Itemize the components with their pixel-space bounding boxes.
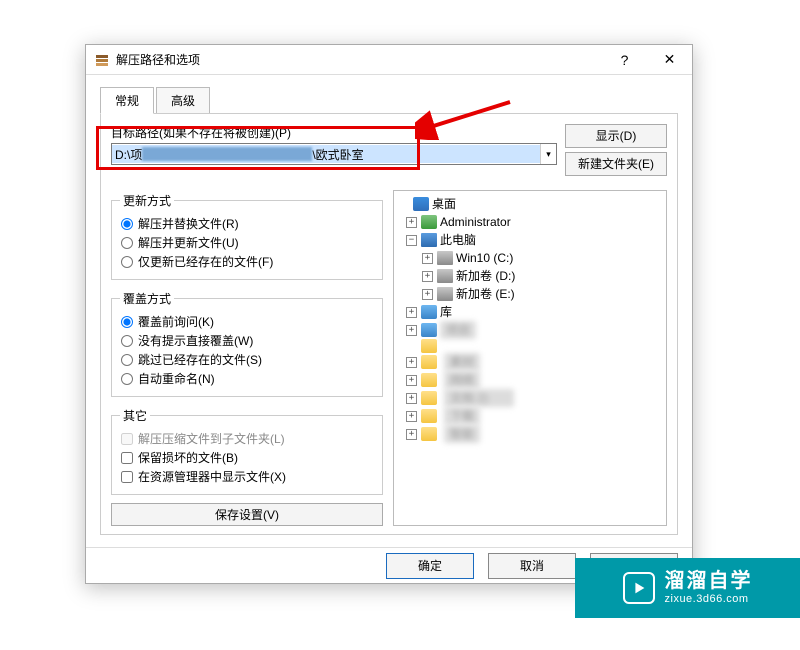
display-button[interactable]: 显示(D) — [565, 124, 667, 148]
misc-group: 其它 解压压缩文件到子文件夹(L) 保留损坏的文件(B) 在资源管理器中显示文件… — [111, 407, 383, 495]
overwrite-rename-option[interactable]: 自动重命名(N) — [120, 370, 374, 387]
tree-admin[interactable]: +Administrator — [398, 213, 662, 231]
destination-path-combobox[interactable]: D:\项\欧式卧室 ▾ — [111, 143, 557, 165]
expander-icon[interactable]: + — [406, 357, 417, 368]
destination-path-label: 目标路径(如果不存在将被创建)(P) — [111, 124, 557, 141]
pc-icon — [421, 233, 437, 247]
update-existing-radio[interactable] — [121, 256, 133, 268]
desktop-icon — [413, 197, 429, 211]
folder-icon — [421, 427, 437, 441]
tree-library[interactable]: +库 — [398, 303, 662, 321]
expander-icon[interactable]: + — [422, 289, 433, 300]
folder-tree[interactable]: 桌面 +Administrator −此电脑 +Win10 (C:) +新加卷 … — [393, 190, 667, 526]
general-panel: 目标路径(如果不存在将被创建)(P) D:\项\欧式卧室 ▾ 显示(D) 新建文… — [100, 113, 678, 535]
overwrite-mode-group: 覆盖方式 覆盖前询问(K) 没有提示直接覆盖(W) 跳过已经存在的文件(S) 自… — [111, 290, 383, 397]
overwrite-noask-radio[interactable] — [121, 335, 133, 347]
update-mode-legend: 更新方式 — [120, 192, 174, 209]
overwrite-noask-option[interactable]: 没有提示直接覆盖(W) — [120, 332, 374, 349]
watermark-brand: 溜溜自学 zixue.3d66.com — [575, 558, 800, 618]
tab-general[interactable]: 常规 — [100, 87, 154, 114]
user-icon — [421, 215, 437, 229]
tree-drive-e[interactable]: +新加卷 (E:) — [398, 285, 662, 303]
titlebar: 解压路径和选项 ? ✕ — [86, 45, 692, 75]
overwrite-skip-radio[interactable] — [121, 354, 133, 366]
destination-path-group: 目标路径(如果不存在将被创建)(P) D:\项\欧式卧室 ▾ — [111, 124, 557, 180]
update-update-option[interactable]: 解压并更新文件(U) — [120, 234, 374, 251]
drive-icon — [437, 269, 453, 283]
save-settings-button[interactable]: 保存设置(V) — [111, 503, 383, 526]
overwrite-mode-legend: 覆盖方式 — [120, 290, 174, 307]
misc-keep-broken-checkbox[interactable] — [121, 452, 133, 464]
tree-item-blur[interactable]: +下载 — [398, 407, 662, 425]
expander-icon[interactable]: + — [406, 411, 417, 422]
expander-icon[interactable]: + — [406, 375, 417, 386]
extract-options-dialog: 解压路径和选项 ? ✕ 常规 高级 目标路径(如果不存在将被创建)(P) D:\… — [85, 44, 693, 584]
tree-drive-d[interactable]: +新加卷 (D:) — [398, 267, 662, 285]
misc-subfolder-option: 解压压缩文件到子文件夹(L) — [120, 430, 374, 447]
expander-icon[interactable]: − — [406, 235, 417, 246]
drive-icon — [437, 287, 453, 301]
destination-path-display[interactable]: D:\项\欧式卧室 — [112, 145, 540, 163]
tree-drive-c[interactable]: +Win10 (C:) — [398, 249, 662, 267]
window-title: 解压路径和选项 — [116, 51, 602, 68]
tree-desktop[interactable]: 桌面 — [398, 195, 662, 213]
tree-item-blur[interactable] — [398, 339, 662, 353]
folder-icon — [421, 339, 437, 353]
close-button[interactable]: ✕ — [647, 45, 692, 75]
tree-item-blur[interactable]: +智能 — [398, 425, 662, 443]
ok-button[interactable]: 确定 — [386, 553, 474, 579]
update-existing-option[interactable]: 仅更新已经存在的文件(F) — [120, 253, 374, 270]
tree-this-pc[interactable]: −此电脑 — [398, 231, 662, 249]
update-update-radio[interactable] — [121, 237, 133, 249]
library-icon — [421, 305, 437, 319]
expander-icon[interactable]: + — [406, 325, 417, 336]
misc-subfolder-checkbox — [121, 433, 133, 445]
tree-item-blur[interactable]: +网络 — [398, 371, 662, 389]
brand-name: 溜溜自学 — [665, 570, 753, 593]
overwrite-ask-option[interactable]: 覆盖前询问(K) — [120, 313, 374, 330]
update-mode-group: 更新方式 解压并替换文件(R) 解压并更新文件(U) 仅更新已经存在的文件(F) — [111, 192, 383, 280]
drive-icon — [437, 251, 453, 265]
new-folder-button[interactable]: 新建文件夹(E) — [565, 152, 667, 176]
brand-site: zixue.3d66.com — [665, 593, 753, 606]
cancel-button[interactable]: 取消 — [488, 553, 576, 579]
expander-icon[interactable]: + — [406, 217, 417, 228]
expander-icon[interactable]: + — [406, 429, 417, 440]
expander-icon[interactable]: + — [406, 393, 417, 404]
network-icon — [421, 323, 437, 337]
expander-icon[interactable]: + — [422, 271, 433, 282]
folder-icon — [421, 355, 437, 369]
app-icon — [94, 52, 110, 68]
overwrite-rename-radio[interactable] — [121, 373, 133, 385]
tree-item-blur[interactable]: +项目 — [398, 321, 662, 339]
folder-icon — [421, 409, 437, 423]
overwrite-ask-radio[interactable] — [121, 316, 133, 328]
misc-show-explorer-checkbox[interactable] — [121, 471, 133, 483]
chevron-down-icon[interactable]: ▾ — [540, 144, 556, 164]
brand-logo-icon — [623, 572, 655, 604]
tree-item-blur[interactable]: +文档 2) — [398, 389, 662, 407]
tabstrip: 常规 高级 — [100, 87, 678, 114]
tree-item-blur[interactable]: +素材 — [398, 353, 662, 371]
folder-icon — [421, 373, 437, 387]
misc-show-explorer-option[interactable]: 在资源管理器中显示文件(X) — [120, 468, 374, 485]
tab-advanced[interactable]: 高级 — [156, 87, 210, 114]
folder-icon — [421, 391, 437, 405]
misc-keep-broken-option[interactable]: 保留损坏的文件(B) — [120, 449, 374, 466]
expander-icon[interactable]: + — [422, 253, 433, 264]
misc-legend: 其它 — [120, 407, 150, 424]
update-replace-option[interactable]: 解压并替换文件(R) — [120, 215, 374, 232]
overwrite-skip-option[interactable]: 跳过已经存在的文件(S) — [120, 351, 374, 368]
expander-icon[interactable]: + — [406, 307, 417, 318]
dialog-body: 常规 高级 目标路径(如果不存在将被创建)(P) D:\项\欧式卧室 ▾ 显示(… — [86, 75, 692, 547]
update-replace-radio[interactable] — [121, 218, 133, 230]
help-button[interactable]: ? — [602, 45, 647, 75]
